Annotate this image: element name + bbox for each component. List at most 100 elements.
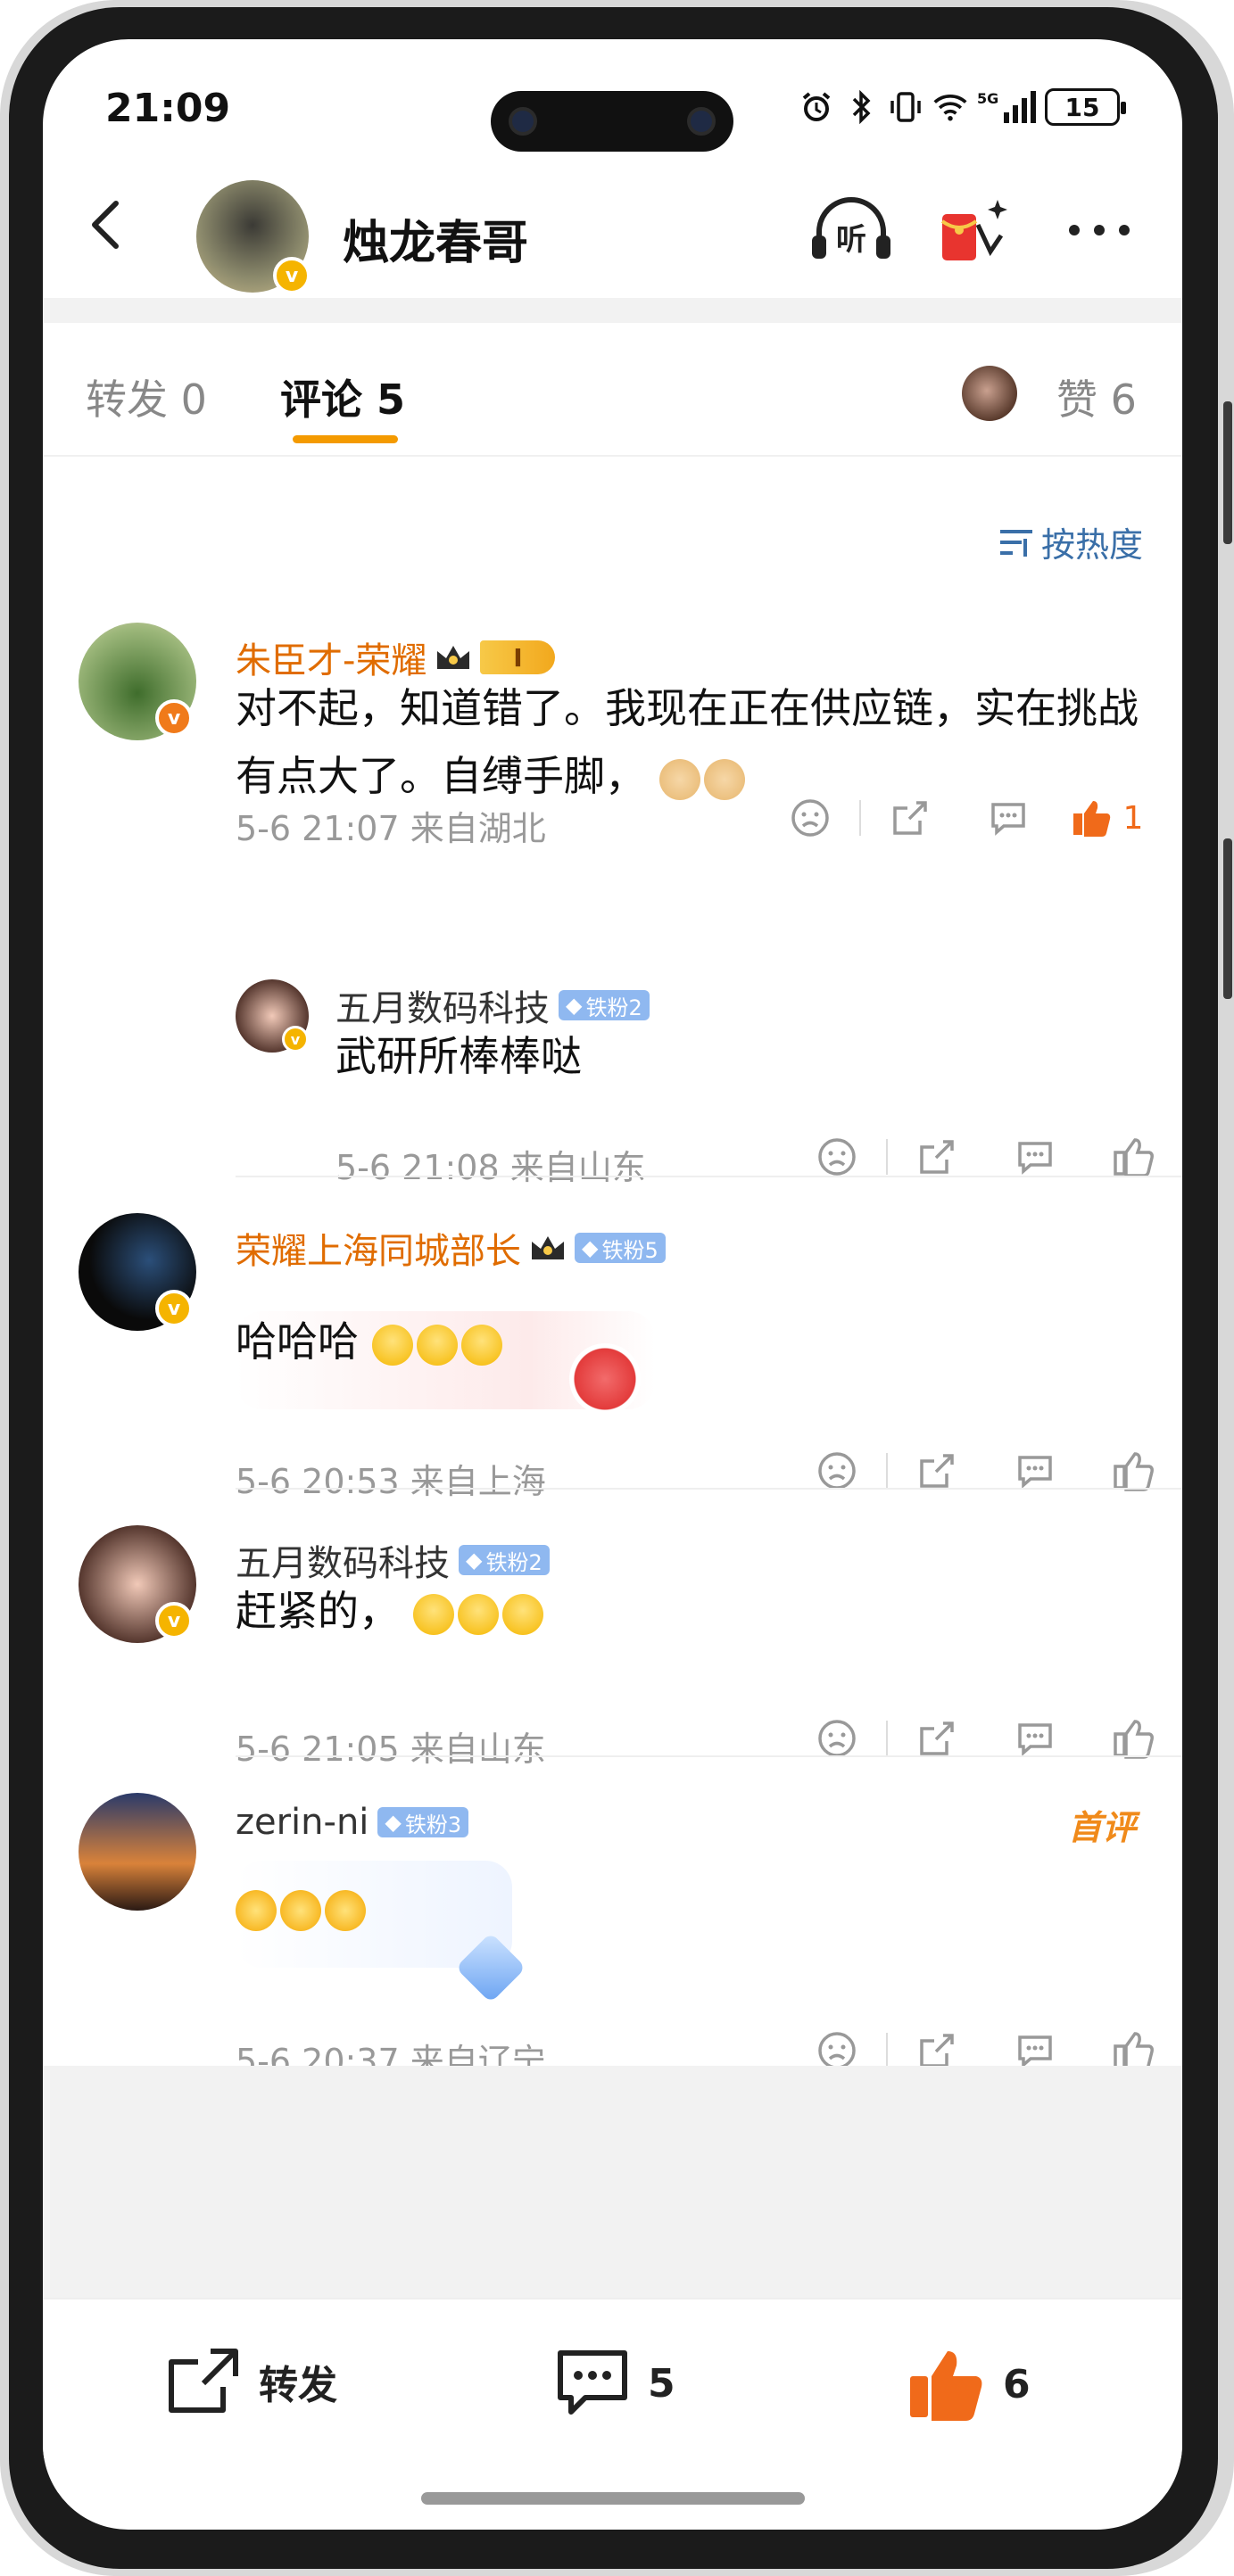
like-button[interactable] xyxy=(1084,1718,1182,1759)
red-envelope-button[interactable] xyxy=(933,194,1014,266)
tab-repost[interactable]: 转发 0 xyxy=(86,367,207,426)
bluetooth-icon xyxy=(843,89,879,125)
author-avatar[interactable]: v xyxy=(196,180,311,294)
more-dots-icon xyxy=(1069,225,1130,235)
comment-button[interactable]: 5 xyxy=(553,2346,675,2421)
verified-icon: v xyxy=(273,257,311,294)
sort-by-heat-button[interactable]: 按热度 xyxy=(998,517,1143,566)
liker-avatar[interactable] xyxy=(962,366,1017,421)
comment-bubble-icon xyxy=(991,803,1025,836)
comment-text xyxy=(236,1873,1146,1941)
grin-emoji xyxy=(457,1593,499,1635)
comment-divider xyxy=(236,1488,1182,1490)
flower-face-emoji xyxy=(280,1889,321,1931)
svg-text:听: 听 xyxy=(836,222,866,258)
commenter-avatar[interactable]: v xyxy=(79,1213,196,1331)
fan-badge-text: 铁粉5 xyxy=(601,1237,658,1263)
listen-button[interactable]: 听 xyxy=(807,194,890,266)
like-count: 6 xyxy=(1003,2361,1031,2407)
comment-actions: 1 xyxy=(761,797,1155,838)
dislike-button[interactable] xyxy=(788,1450,886,1491)
dislike-button[interactable] xyxy=(788,1718,886,1759)
comment-divider xyxy=(236,1176,1182,1177)
commenter-name[interactable]: 荣耀上海同城部长 ◆ 铁粉5 xyxy=(236,1222,666,1274)
commenter-avatar[interactable]: v xyxy=(79,1525,196,1643)
share-button[interactable] xyxy=(888,1718,986,1759)
crown-icon xyxy=(437,646,470,669)
chevron-left-icon xyxy=(92,201,119,249)
verified-icon: v xyxy=(155,1602,193,1639)
commenter-name[interactable]: zerin-ni ◆ 铁粉3 xyxy=(236,1802,469,1843)
commenter-avatar[interactable] xyxy=(79,1793,196,1911)
verified-icon: v xyxy=(282,1026,309,1053)
empty-area xyxy=(43,2066,1182,2298)
commenter-name-text: zerin-ni xyxy=(236,1802,369,1843)
comment-meta: 5-6 20:53 来自上海 xyxy=(236,1462,546,1501)
share-icon xyxy=(920,1140,954,1174)
repost-label: 转发 xyxy=(259,2363,337,2408)
flower-face-emoji xyxy=(236,1889,277,1931)
screen: 21:09 5G 15 v 烛龙春哥 听 转发 0 评论 5 赞 6 按热度 v… xyxy=(43,39,1182,2530)
fan-badge: ◆ 铁粉3 xyxy=(377,1807,469,1837)
bottom-action-bar: 转发 5 6 xyxy=(43,2298,1182,2458)
comment-text: 对不起，知道错了。我现在正在供应链，实在挑战有点大了。自缚手脚， xyxy=(236,674,1146,810)
camera-icon xyxy=(509,107,537,136)
dislike-button[interactable] xyxy=(788,1136,886,1177)
reply-button[interactable] xyxy=(959,797,1057,838)
cellular-signal-icon: 5G xyxy=(977,89,1036,125)
vibrate-icon xyxy=(888,89,923,125)
status-icons: 5G 15 xyxy=(799,86,1126,128)
active-tab-indicator xyxy=(293,435,398,443)
dislike-button[interactable] xyxy=(761,797,859,838)
share-button[interactable] xyxy=(888,1450,986,1491)
comment-divider xyxy=(236,1755,1182,1757)
fox-sticker-icon xyxy=(569,1343,641,1415)
reply-meta: 5-6 21:08 来自山东 xyxy=(335,1148,646,1187)
share-icon xyxy=(169,2349,238,2413)
share-button[interactable] xyxy=(861,797,959,838)
like-button[interactable]: 1 xyxy=(1057,797,1155,838)
author-name[interactable]: 烛龙春哥 xyxy=(343,205,528,272)
svg-text:5G: 5G xyxy=(977,90,998,107)
commenter-avatar[interactable]: v xyxy=(79,623,196,740)
more-button[interactable] xyxy=(1060,194,1140,266)
headphones-icon: 听 xyxy=(812,197,890,259)
comment-text-content: 哈哈哈 xyxy=(236,1317,359,1366)
pray-emoji xyxy=(658,758,700,800)
tab-likes[interactable]: 赞 6 xyxy=(1056,367,1137,426)
home-indicator[interactable] xyxy=(421,2492,805,2505)
commenter-name-text: 荣耀上海同城部长 xyxy=(236,1231,521,1272)
alarm-icon xyxy=(799,89,834,125)
grin-emoji xyxy=(501,1593,543,1635)
fan-badge: ◆ 铁粉2 xyxy=(459,1545,550,1575)
reply-button[interactable] xyxy=(986,1718,1084,1759)
tab-comments[interactable]: 评论 5 xyxy=(280,367,405,426)
verified-icon: v xyxy=(155,699,193,737)
flower-face-emoji xyxy=(325,1889,366,1931)
share-icon xyxy=(920,1721,954,1755)
thumbs-up-icon xyxy=(1114,1138,1154,1177)
frown-icon xyxy=(791,799,829,837)
grin-emoji xyxy=(412,1593,454,1635)
like-button[interactable] xyxy=(1084,1136,1182,1177)
reply-actions xyxy=(788,1136,1182,1177)
comment-text: 赶紧的， xyxy=(236,1577,1146,1645)
reply-avatar[interactable]: v xyxy=(236,979,309,1053)
comment-meta: 5-6 21:07 来自湖北 xyxy=(236,809,546,848)
reply-button[interactable] xyxy=(986,1136,1084,1177)
back-button[interactable] xyxy=(82,198,132,252)
repost-button[interactable]: 转发 xyxy=(164,2346,337,2417)
comment-meta: 5-6 21:05 来自山东 xyxy=(236,1730,546,1769)
reply-button[interactable] xyxy=(986,1450,1084,1491)
like-button[interactable] xyxy=(1084,1450,1182,1491)
sort-icon xyxy=(999,529,1032,557)
comment-text-content: 赶紧的， xyxy=(236,1587,400,1635)
thumbs-up-icon xyxy=(910,2351,982,2421)
comment-bubble-icon xyxy=(558,2350,627,2415)
crown-icon xyxy=(532,1236,564,1259)
laugh-cry-emoji xyxy=(416,1324,458,1366)
tab-bar: 转发 0 评论 5 赞 6 xyxy=(43,323,1182,457)
fan-badge: ◆ 铁粉2 xyxy=(559,990,650,1020)
like-button[interactable]: 6 xyxy=(905,2346,1031,2423)
share-button[interactable] xyxy=(888,1136,986,1177)
